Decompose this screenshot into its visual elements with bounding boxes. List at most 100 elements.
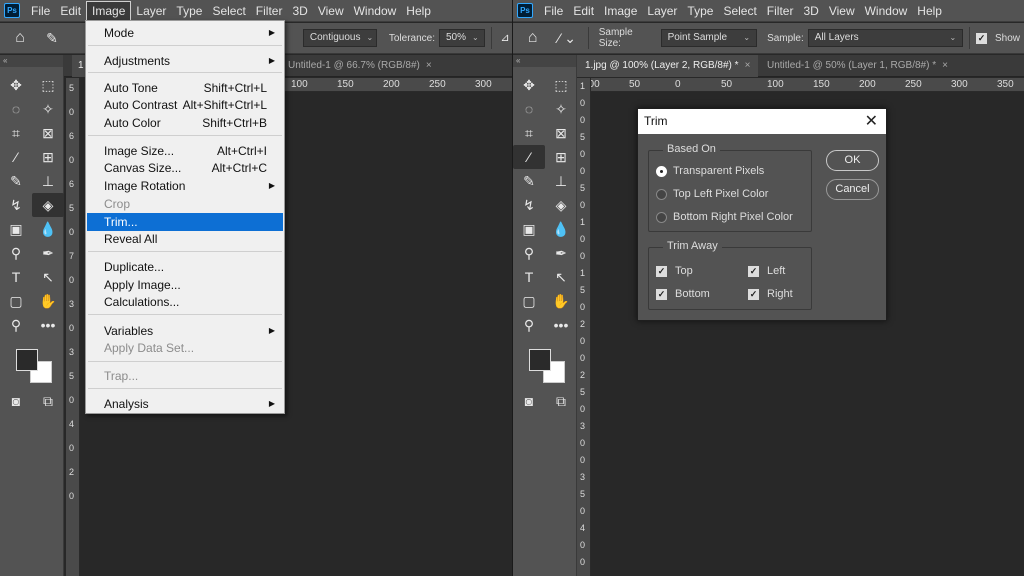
checkbox-left[interactable]: ✓ Left bbox=[748, 265, 785, 277]
pen-tool-icon[interactable]: ✒ bbox=[545, 241, 577, 265]
type-tool-icon[interactable]: T bbox=[513, 265, 545, 289]
stamp-tool-icon[interactable]: ⊥ bbox=[32, 169, 64, 193]
eyedropper-tool-icon[interactable]: ⁄ bbox=[513, 145, 545, 169]
menu-item-variables[interactable]: Variables ▶ bbox=[87, 322, 283, 340]
sample-size-dropdown[interactable]: Point Sample ⌄ bbox=[660, 29, 758, 47]
crop-tool-icon[interactable]: ⌗ bbox=[0, 121, 32, 145]
radio-bottom-right-pixel-color[interactable]: Bottom Right Pixel Color bbox=[656, 211, 793, 223]
lasso-tool-icon[interactable]: ◌ bbox=[0, 97, 32, 121]
zoom-tool-icon[interactable]: ⚲ bbox=[513, 313, 545, 337]
checkbox-right[interactable]: ✓ Right bbox=[748, 288, 793, 300]
check-icon[interactable]: ✓ bbox=[656, 265, 667, 277]
menu-item-calculations[interactable]: Calculations... bbox=[87, 293, 283, 311]
shape-tool-icon[interactable]: ▢ bbox=[513, 289, 545, 313]
brush-tool-icon[interactable]: ✎ bbox=[513, 169, 545, 193]
pen-tool-icon[interactable]: ✒ bbox=[32, 241, 64, 265]
frame-tool-icon[interactable]: ⊠ bbox=[545, 121, 577, 145]
show-checkbox[interactable]: ✓ bbox=[976, 32, 987, 44]
magic-wand-icon[interactable]: ✧ bbox=[32, 97, 64, 121]
hand-tool-icon[interactable]: ✋ bbox=[32, 289, 64, 313]
radio-unselected-icon[interactable] bbox=[656, 188, 667, 200]
close-icon[interactable]: ✕ bbox=[865, 109, 878, 134]
tab-1-jpg[interactable]: 1.jpg @ 100% (Layer 2, RGB/8#) * × bbox=[577, 55, 759, 77]
angle-icon[interactable]: ⊿ bbox=[498, 26, 512, 50]
menu-image[interactable]: Image bbox=[86, 0, 132, 21]
menu-item-analysis[interactable]: Analysis ▶ bbox=[87, 395, 283, 413]
radio-unselected-icon[interactable] bbox=[656, 211, 667, 223]
menu-item-image-rotation[interactable]: Image Rotation ▶ bbox=[87, 177, 283, 195]
foreground-color-swatch[interactable] bbox=[16, 349, 38, 371]
menu-layer[interactable]: Layer bbox=[642, 1, 682, 21]
menu-3d[interactable]: 3D bbox=[798, 1, 823, 21]
check-icon[interactable]: ✓ bbox=[656, 288, 667, 300]
screen-mode-icon[interactable]: ⧉ bbox=[545, 389, 577, 413]
collapse-icon[interactable]: « bbox=[513, 55, 576, 67]
move-tool-icon[interactable]: ✥ bbox=[0, 73, 32, 97]
menu-help[interactable]: Help bbox=[401, 1, 436, 21]
menu-item-auto-contrast[interactable]: Auto Contrast Alt+Shift+Ctrl+L bbox=[87, 96, 283, 114]
stamp-tool-icon[interactable]: ⊥ bbox=[545, 169, 577, 193]
menu-item-auto-tone[interactable]: Auto Tone Shift+Ctrl+L bbox=[87, 79, 283, 97]
menu-view[interactable]: View bbox=[313, 1, 349, 21]
brush-tool-icon[interactable]: ✎ bbox=[0, 169, 32, 193]
menu-type[interactable]: Type bbox=[682, 1, 718, 21]
menu-item-auto-color[interactable]: Auto Color Shift+Ctrl+B bbox=[87, 114, 283, 132]
hand-tool-icon[interactable]: ✋ bbox=[545, 289, 577, 313]
menu-type[interactable]: Type bbox=[171, 1, 207, 21]
menu-image[interactable]: Image bbox=[599, 1, 642, 21]
close-tab-icon[interactable]: × bbox=[942, 60, 948, 71]
menu-item-canvas-size[interactable]: Canvas Size... Alt+Ctrl+C bbox=[87, 159, 283, 177]
marquee-tool-icon[interactable]: ⬚ bbox=[32, 73, 64, 97]
type-tool-icon[interactable]: T bbox=[0, 265, 32, 289]
menu-item-adjustments[interactable]: Adjustments ▶ bbox=[87, 52, 283, 70]
move-tool-icon[interactable]: ✥ bbox=[513, 73, 545, 97]
menu-item-trim[interactable]: Trim... bbox=[87, 213, 283, 231]
menu-select[interactable]: Select bbox=[207, 1, 250, 21]
path-selection-icon[interactable]: ↖ bbox=[545, 265, 577, 289]
gradient-tool-icon[interactable]: ▣ bbox=[513, 217, 545, 241]
check-icon[interactable]: ✓ bbox=[748, 288, 759, 300]
close-tab-icon[interactable]: × bbox=[426, 60, 432, 71]
zoom-tool-icon[interactable]: ⚲ bbox=[0, 313, 32, 337]
menu-item-image-size[interactable]: Image Size... Alt+Ctrl+I bbox=[87, 142, 283, 160]
menu-layer[interactable]: Layer bbox=[131, 1, 171, 21]
menu-select[interactable]: Select bbox=[718, 1, 761, 21]
blur-tool-icon[interactable]: 💧 bbox=[545, 217, 577, 241]
crop-tool-icon[interactable]: ⌗ bbox=[513, 121, 545, 145]
close-tab-icon[interactable]: × bbox=[745, 60, 751, 71]
tab-untitled-1[interactable]: Untitled-1 @ 66.7% (RGB/8#) × bbox=[280, 55, 440, 77]
history-brush-icon[interactable]: ↯ bbox=[0, 193, 32, 217]
eraser-tool-icon[interactable]: ◈ bbox=[32, 193, 64, 217]
menu-filter[interactable]: Filter bbox=[762, 1, 799, 21]
marquee-tool-icon[interactable]: ⬚ bbox=[545, 73, 577, 97]
sample-dropdown[interactable]: All Layers ⌄ bbox=[807, 29, 964, 47]
shape-tool-icon[interactable]: ▢ bbox=[0, 289, 32, 313]
menu-help[interactable]: Help bbox=[912, 1, 947, 21]
menu-view[interactable]: View bbox=[824, 1, 860, 21]
home-icon[interactable]: ⌂ bbox=[0, 29, 40, 47]
radio-transparent-pixels[interactable]: Transparent Pixels bbox=[656, 165, 764, 177]
eyedropper-preset-icon[interactable]: ⁄ ⌄ bbox=[552, 26, 581, 50]
path-selection-icon[interactable]: ↖ bbox=[32, 265, 64, 289]
menu-window[interactable]: Window bbox=[349, 1, 402, 21]
menu-file[interactable]: File bbox=[539, 1, 568, 21]
magic-wand-icon[interactable]: ✧ bbox=[545, 97, 577, 121]
home-icon[interactable]: ⌂ bbox=[513, 29, 552, 47]
tab-untitled-1[interactable]: Untitled-1 @ 50% (Layer 1, RGB/8#) * × bbox=[759, 55, 956, 77]
more-tools-icon[interactable]: ••• bbox=[32, 313, 64, 337]
menu-3d[interactable]: 3D bbox=[287, 1, 312, 21]
menu-item-mode[interactable]: Mode ▶ bbox=[87, 24, 283, 42]
radio-selected-icon[interactable] bbox=[656, 165, 667, 177]
foreground-color-swatch[interactable] bbox=[529, 349, 551, 371]
menu-window[interactable]: Window bbox=[860, 1, 913, 21]
menu-file[interactable]: File bbox=[26, 1, 55, 21]
cancel-button[interactable]: Cancel bbox=[826, 179, 879, 200]
ok-button[interactable]: OK bbox=[826, 150, 879, 171]
check-icon[interactable]: ✓ bbox=[748, 265, 759, 277]
radio-top-left-pixel-color[interactable]: Top Left Pixel Color bbox=[656, 188, 768, 200]
menu-edit[interactable]: Edit bbox=[568, 1, 599, 21]
more-tools-icon[interactable]: ••• bbox=[545, 313, 577, 337]
eyedropper-tool-icon[interactable]: ⁄ bbox=[0, 145, 32, 169]
dodge-tool-icon[interactable]: ⚲ bbox=[0, 241, 32, 265]
menu-item-reveal-all[interactable]: Reveal All bbox=[87, 230, 283, 248]
